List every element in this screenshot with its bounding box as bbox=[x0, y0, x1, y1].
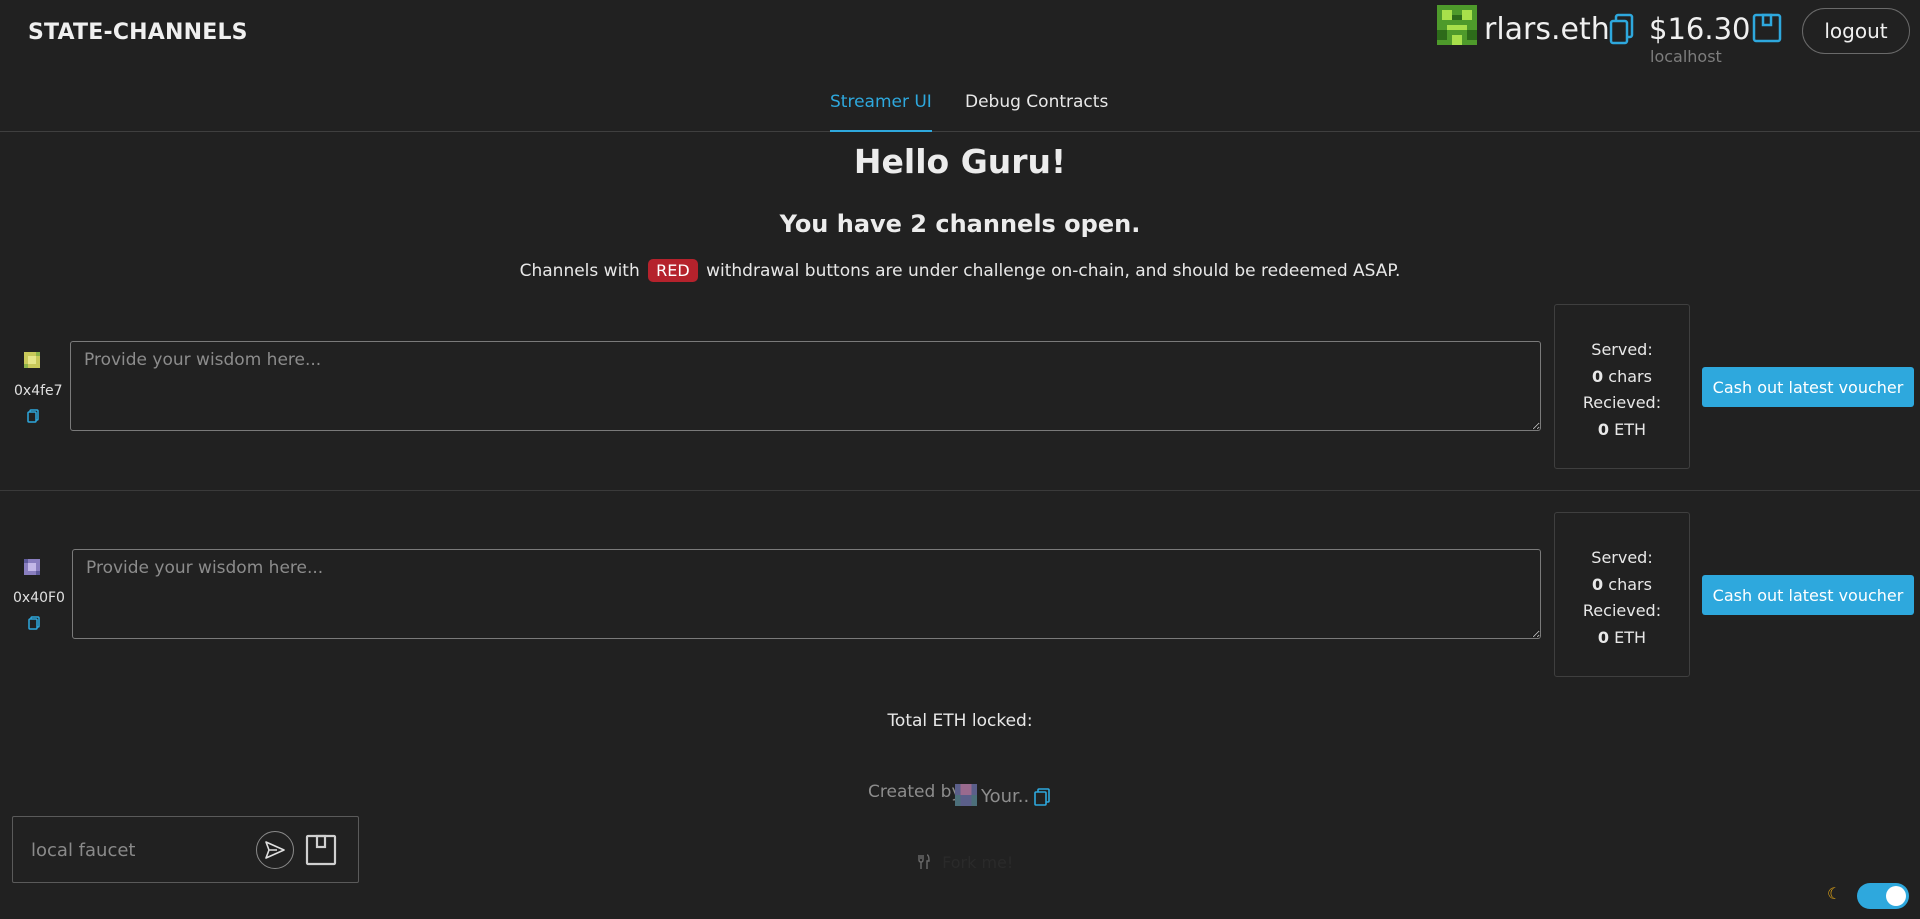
fork-label: Fork me! bbox=[942, 853, 1014, 872]
challenge-note-after: withdrawal buttons are under challenge o… bbox=[706, 261, 1401, 281]
served-count: 0 bbox=[1592, 574, 1604, 594]
channel-stats: Served: 0 chars Recieved: 0 ETH bbox=[1554, 304, 1690, 469]
faucet-send-button[interactable] bbox=[256, 831, 294, 869]
received-value: 0 ETH bbox=[1555, 625, 1689, 652]
moon-icon: ☾ bbox=[1827, 884, 1842, 903]
logout-button[interactable]: logout bbox=[1802, 8, 1910, 54]
fork-icon bbox=[918, 854, 930, 869]
app-title: STATE-CHANNELS bbox=[28, 20, 248, 45]
channel-row: 0x40F0 Served: 0 chars Recieved: 0 ETH C… bbox=[0, 512, 1920, 680]
total-eth-locked: Total ETH locked: bbox=[887, 711, 1033, 731]
copy-icon[interactable] bbox=[1034, 788, 1050, 807]
channel-row: 0x4fe7 Served: 0 chars Recieved: 0 ETH C… bbox=[0, 304, 1920, 472]
channel-stats: Served: 0 chars Recieved: 0 ETH bbox=[1554, 512, 1690, 677]
served-label: Served: bbox=[1591, 340, 1653, 359]
theme-toggle[interactable] bbox=[1857, 883, 1909, 909]
network-label: localhost bbox=[1650, 47, 1722, 66]
faucet-address-input[interactable] bbox=[19, 833, 249, 867]
nav-tabs: Streamer UI Debug Contracts bbox=[0, 92, 1920, 132]
fork-me-link[interactable]: Fork me! bbox=[917, 853, 1013, 872]
challenge-note: Channels with RED withdrawal buttons are… bbox=[0, 259, 1920, 282]
channel-avatar bbox=[24, 352, 40, 368]
account-balance[interactable]: $16.30 bbox=[1649, 12, 1750, 46]
cash-out-button[interactable]: Cash out latest voucher bbox=[1702, 367, 1914, 407]
channel-divider bbox=[0, 490, 1920, 491]
received-label: Recieved: bbox=[1582, 393, 1662, 412]
local-faucet bbox=[12, 816, 359, 883]
channel-avatar bbox=[24, 559, 40, 575]
received-amount: 0 bbox=[1597, 419, 1610, 439]
wisdom-input[interactable] bbox=[72, 549, 1541, 639]
channels-summary: You have 2 channels open. bbox=[779, 210, 1141, 238]
copy-icon[interactable] bbox=[28, 616, 40, 630]
received-amount: 0 bbox=[1597, 627, 1610, 647]
copy-address-icon[interactable] bbox=[1609, 13, 1635, 45]
cash-out-button[interactable]: Cash out latest voucher bbox=[1702, 575, 1914, 615]
wallet-icon[interactable] bbox=[1751, 12, 1783, 44]
served-label: Served: bbox=[1591, 548, 1653, 567]
served-unit: chars bbox=[1608, 366, 1652, 386]
tab-debug-contracts[interactable]: Debug Contracts bbox=[965, 92, 1108, 132]
copy-icon[interactable] bbox=[27, 409, 39, 423]
toggle-knob bbox=[1886, 886, 1906, 906]
served-count: 0 bbox=[1592, 366, 1604, 386]
challenge-note-before: Channels with bbox=[519, 261, 640, 281]
served-value: 0 chars bbox=[1555, 364, 1689, 391]
account-ens-name: rlars.eth bbox=[1484, 12, 1610, 47]
page-title: Hello Guru! bbox=[853, 142, 1067, 181]
served-value: 0 chars bbox=[1555, 572, 1689, 599]
creator-name[interactable]: Your.. bbox=[981, 786, 1029, 807]
wisdom-input[interactable] bbox=[70, 341, 1541, 431]
channel-address: 0x4fe7 bbox=[14, 383, 63, 399]
channel-address: 0x40F0 bbox=[13, 590, 65, 606]
blockie-avatar bbox=[1437, 5, 1477, 45]
wallet-icon[interactable] bbox=[305, 834, 337, 866]
received-label: Recieved: bbox=[1582, 601, 1662, 620]
creator-avatar bbox=[955, 784, 977, 806]
received-unit: ETH bbox=[1614, 419, 1647, 439]
red-badge: RED bbox=[648, 259, 698, 282]
created-by-label: Created by bbox=[868, 782, 962, 802]
received-unit: ETH bbox=[1614, 627, 1647, 647]
send-icon bbox=[265, 841, 285, 859]
tab-streamer-ui[interactable]: Streamer UI bbox=[830, 92, 932, 132]
received-value: 0 ETH bbox=[1555, 417, 1689, 444]
served-unit: chars bbox=[1608, 574, 1652, 594]
